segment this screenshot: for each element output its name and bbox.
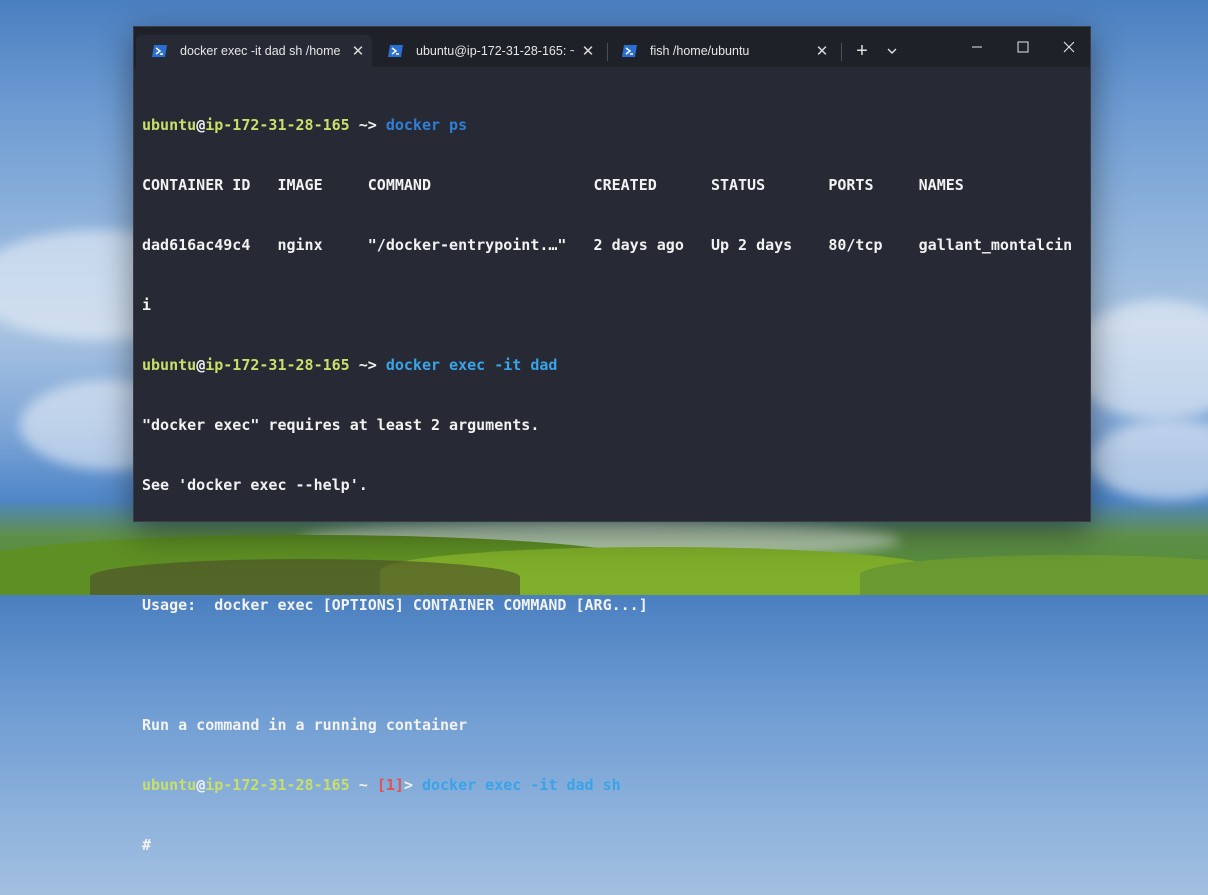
prompt-path: ~ [349, 776, 377, 794]
command-text: docker exec -it dad sh [421, 776, 621, 794]
prompt-arrow: > [403, 776, 422, 794]
prompt-user: ubuntu [142, 776, 197, 794]
shell-prompt[interactable]: # [142, 835, 1082, 855]
powershell-icon [152, 45, 167, 57]
description-line: Run a command in a running container [142, 716, 468, 734]
powershell-icon [622, 45, 637, 57]
prompt-host: ip-172-31-28-165 [205, 116, 350, 134]
prompt-at: @ [196, 356, 206, 374]
prompt-user: ubuntu [142, 116, 197, 134]
terminal-output[interactable]: ubuntu@ip-172-31-28-165 ~> docker ps CON… [142, 75, 1082, 854]
tab-close-button[interactable]: ✕ [808, 42, 836, 60]
title-bar[interactable]: docker exec -it dad sh /home ✕ ubuntu@ip… [134, 27, 1090, 67]
ps-header: CONTAINER ID IMAGE COMMAND CREATED STATU… [142, 176, 964, 194]
tab-docker-exec[interactable]: docker exec -it dad sh /home ✕ [136, 35, 372, 67]
minimize-button[interactable] [954, 33, 1000, 61]
prompt-path: ~> [349, 356, 377, 374]
close-window-button[interactable] [1046, 33, 1092, 61]
tab-fish[interactable]: fish /home/ubuntu ✕ [606, 35, 836, 67]
prompt-at: @ [196, 776, 206, 794]
prompt-line: ubuntu@ip-172-31-28-165 ~> docker exec -… [142, 355, 1082, 375]
tab-divider [841, 43, 842, 61]
prompt-at: @ [196, 116, 206, 134]
command-text: docker ps [385, 116, 468, 134]
usage-line: Usage: docker exec [OPTIONS] CONTAINER C… [142, 596, 648, 614]
prompt-host: ip-172-31-28-165 [205, 776, 350, 794]
exit-status-badge: [1] [376, 776, 404, 794]
prompt-line: ubuntu@ip-172-31-28-165 ~ [1]> docker ex… [142, 775, 1082, 795]
command-text: docker exec -it dad [385, 356, 558, 374]
error-line: "docker exec" requires at least 2 argume… [142, 416, 540, 434]
prompt-host: ip-172-31-28-165 [205, 356, 350, 374]
prompt-path: ~> [349, 116, 377, 134]
help-hint-line: See 'docker exec --help'. [142, 476, 368, 494]
ps-row: dad616ac49c4 nginx "/docker-entrypoint.…… [142, 236, 1073, 254]
tab-ubuntu-ssh[interactable]: ubuntu@ip-172-31-28-165: ~ ✕ [372, 35, 602, 67]
tab-close-button[interactable]: ✕ [574, 42, 602, 60]
maximize-button[interactable] [1000, 33, 1046, 61]
ps-row-wrap: i [142, 296, 152, 314]
tab-title: docker exec -it dad sh /home [180, 44, 341, 58]
chevron-down-icon[interactable] [882, 41, 902, 61]
powershell-icon [388, 45, 403, 57]
terminal-window[interactable]: docker exec -it dad sh /home ✕ ubuntu@ip… [133, 26, 1091, 854]
prompt-user: ubuntu [142, 356, 197, 374]
tab-title: fish /home/ubuntu [650, 44, 750, 58]
prompt-line: ubuntu@ip-172-31-28-165 ~> docker ps [142, 115, 1082, 135]
tab-title: ubuntu@ip-172-31-28-165: ~ [416, 44, 574, 58]
new-tab-button[interactable]: + [851, 41, 873, 63]
tab-close-button[interactable]: ✕ [344, 42, 372, 60]
cloud [1090, 420, 1208, 500]
